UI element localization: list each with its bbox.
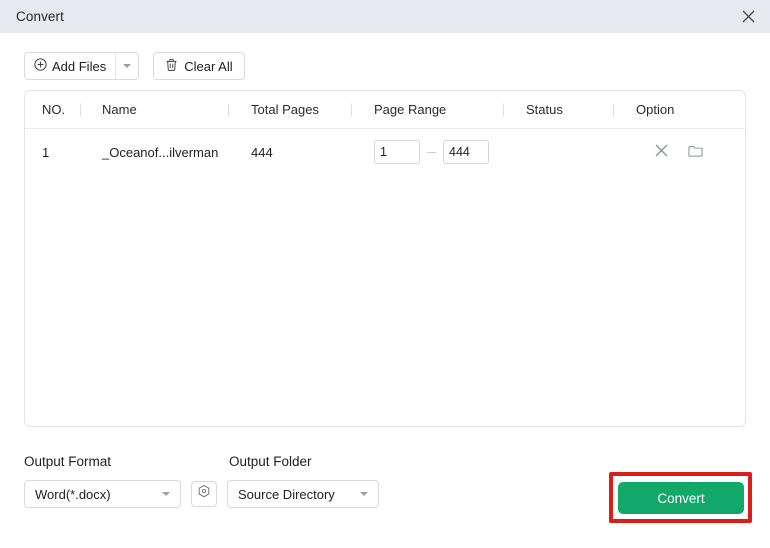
- output-folder-select[interactable]: Source Directory: [227, 480, 379, 508]
- table-row[interactable]: 1 _Oceanof...ilverman 444: [25, 129, 745, 175]
- column-header-total-pages-label: Total Pages: [251, 102, 319, 117]
- close-window-button[interactable]: [726, 0, 770, 33]
- row-option-buttons: [636, 143, 704, 161]
- chevron-down-icon: [360, 492, 368, 496]
- clear-all-label: Clear All: [184, 58, 233, 74]
- output-format-label: Output Format: [24, 453, 112, 469]
- chevron-down-icon: [123, 64, 132, 68]
- convert-button[interactable]: Convert: [618, 482, 744, 514]
- convert-button-label: Convert: [657, 490, 705, 506]
- folder-icon: [687, 144, 703, 161]
- output-format-select[interactable]: Word(*.docx): [24, 480, 181, 508]
- remove-file-button[interactable]: [652, 143, 670, 161]
- column-header-name: Name: [81, 91, 229, 128]
- column-header-total-pages: Total Pages: [229, 91, 352, 128]
- page-range-from-input[interactable]: [374, 140, 420, 164]
- toolbar: Add Files Clear All: [24, 52, 245, 80]
- cell-page-range: [352, 129, 504, 175]
- page-range-to-input[interactable]: [443, 140, 489, 164]
- output-folder-label: Output Folder: [229, 453, 312, 469]
- gear-hex-icon: [196, 484, 212, 505]
- cell-total-pages: 444: [251, 144, 273, 160]
- clear-all-button[interactable]: Clear All: [153, 52, 245, 80]
- cell-status: [504, 129, 614, 175]
- window-titlebar: Convert: [0, 0, 770, 33]
- output-settings-labels: Output Format Output Folder: [24, 450, 746, 472]
- column-header-name-label: Name: [102, 102, 137, 117]
- close-icon: [655, 144, 668, 160]
- cell-file-name: _Oceanof...ilverman: [102, 144, 219, 160]
- column-header-status-label: Status: [526, 102, 563, 117]
- close-icon: [742, 10, 755, 23]
- add-files-button-group: Add Files: [24, 52, 140, 80]
- add-files-button[interactable]: Add Files: [25, 53, 115, 79]
- output-folder-value: Source Directory: [238, 486, 335, 502]
- file-table-header: NO. Name Total Pages Page Range Status O…: [25, 91, 745, 129]
- column-header-no: NO.: [25, 91, 81, 128]
- column-header-page-range-label: Page Range: [374, 102, 447, 117]
- open-folder-button[interactable]: [686, 143, 704, 161]
- file-list-panel: NO. Name Total Pages Page Range Status O…: [24, 90, 746, 427]
- trash-icon: [165, 58, 178, 75]
- add-files-label: Add Files: [52, 58, 107, 74]
- column-header-page-range: Page Range: [352, 91, 504, 128]
- window-title: Convert: [16, 9, 64, 24]
- range-dash-separator: [427, 151, 436, 153]
- page-range-controls: [374, 140, 489, 164]
- cell-option: [614, 129, 744, 175]
- add-files-dropdown-button[interactable]: [115, 53, 138, 79]
- chevron-down-icon: [162, 492, 170, 496]
- output-format-settings-button[interactable]: [191, 481, 217, 507]
- output-format-value: Word(*.docx): [35, 486, 111, 502]
- column-header-status: Status: [504, 91, 614, 128]
- column-header-no-label: NO.: [42, 102, 66, 117]
- cell-row-number: 1: [42, 144, 50, 160]
- column-header-option: Option: [614, 91, 744, 128]
- column-header-option-label: Option: [636, 102, 675, 117]
- plus-circle-icon: [34, 58, 47, 74]
